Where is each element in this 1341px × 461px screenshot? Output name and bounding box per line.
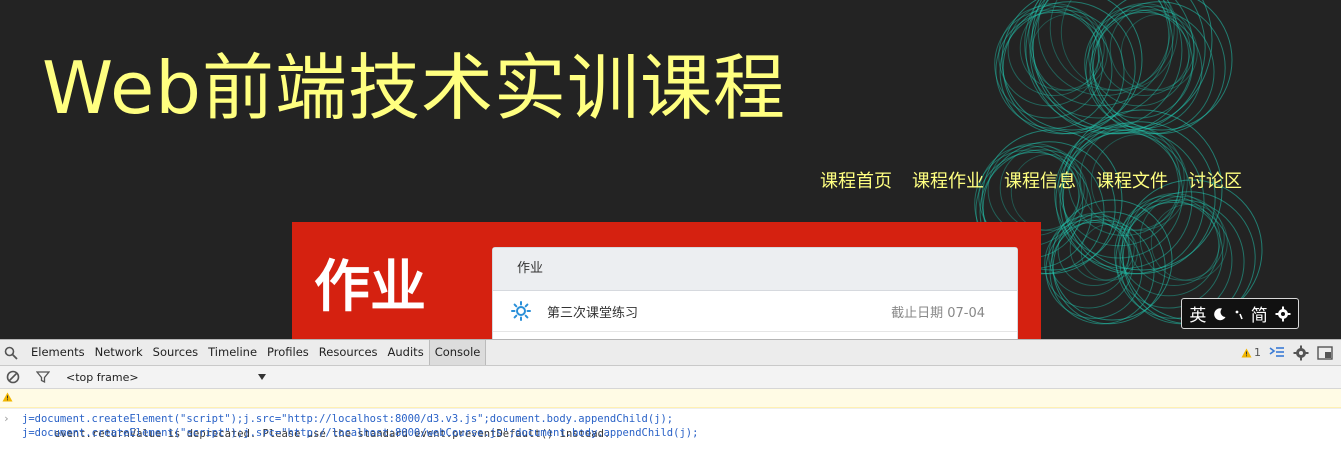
main-nav: 课程首页 课程作业 课程信息 课程文件 讨论区 xyxy=(810,168,1252,198)
search-icon[interactable] xyxy=(4,346,18,360)
frame-selector-value: <top frame> xyxy=(66,370,139,384)
devtools-right-controls: 1 xyxy=(1241,340,1333,365)
devtools-tab-bar: Elements Network Sources Timeline Profil… xyxy=(0,340,1341,366)
clear-console-icon[interactable] xyxy=(6,370,20,384)
ime-lang-toggle[interactable]: 英 xyxy=(1189,301,1206,326)
homework-card-header: 作业 xyxy=(493,248,1017,291)
nav-link-info[interactable]: 课程信息 xyxy=(994,168,1086,198)
filter-icon[interactable] xyxy=(36,370,50,384)
decorative-ring xyxy=(999,9,1125,135)
homework-card: 作业 第三次课堂练习 截止日期 07-04 xyxy=(492,247,1018,339)
settings-gear-icon[interactable] xyxy=(1293,345,1309,361)
decorative-ring xyxy=(1120,13,1198,91)
console-drawer-icon[interactable] xyxy=(1269,346,1285,360)
homework-heading: 作业 xyxy=(314,255,426,320)
tab-sources[interactable]: Sources xyxy=(148,340,204,365)
ime-mode-toggle[interactable]: 简 xyxy=(1251,301,1268,326)
sun-icon xyxy=(511,301,531,321)
homework-item-title: 第三次课堂练习 xyxy=(547,305,639,321)
tab-elements[interactable]: Elements xyxy=(26,340,90,365)
warning-icon xyxy=(1241,348,1252,357)
decorative-ring xyxy=(1150,203,1228,281)
tab-audits[interactable]: Audits xyxy=(383,340,429,365)
console-toolbar: <top frame> xyxy=(0,366,1341,389)
nav-link-forum[interactable]: 讨论区 xyxy=(1178,168,1252,198)
moon-icon[interactable] xyxy=(1213,307,1227,321)
punctuation-icon[interactable] xyxy=(1234,307,1244,321)
devtools-panel: Elements Network Sources Timeline Profil… xyxy=(0,339,1341,443)
tab-resources[interactable]: Resources xyxy=(314,340,383,365)
course-page: Web前端技术实训课程 课程首页 课程作业 课程信息 课程文件 讨论区 作业 作… xyxy=(0,0,1341,339)
console-input-line: j=document.createElement("script");j.src… xyxy=(22,427,699,439)
console-input-area[interactable]: › j=document.createElement("script");j.s… xyxy=(0,408,1341,440)
console-warning-message: event.returnValue is deprecated. Please … xyxy=(0,389,1341,440)
tab-network[interactable]: Network xyxy=(90,340,148,365)
decorative-ring xyxy=(1089,9,1215,135)
dock-icon[interactable] xyxy=(1317,345,1333,360)
warning-counter[interactable]: 1 xyxy=(1241,346,1261,359)
decorative-ring xyxy=(1139,195,1225,281)
tab-console[interactable]: Console xyxy=(428,340,487,365)
nav-link-files[interactable]: 课程文件 xyxy=(1086,168,1178,198)
site-title: Web前端技术实训课程 xyxy=(42,46,786,130)
nav-link-homework[interactable]: 课程作业 xyxy=(902,168,994,198)
warning-icon xyxy=(2,392,13,402)
tab-profiles[interactable]: Profiles xyxy=(262,340,314,365)
nav-link-home[interactable]: 课程首页 xyxy=(810,168,902,198)
homework-item[interactable]: 第三次课堂练习 截止日期 07-04 xyxy=(493,291,1017,332)
homework-panel: 作业 作业 第三次课堂练习 截止日期 07-04 xyxy=(292,222,1041,339)
homework-item-deadline: 截止日期 07-04 xyxy=(891,305,985,321)
console-input-line: j=document.createElement("script");j.src… xyxy=(22,413,674,425)
ime-toolbar: 英 简 xyxy=(1181,298,1299,329)
dropdown-arrow-icon xyxy=(258,374,266,380)
frame-selector[interactable]: <top frame> xyxy=(66,371,266,384)
tab-timeline[interactable]: Timeline xyxy=(203,340,262,365)
warning-count: 1 xyxy=(1254,346,1261,359)
gear-icon[interactable] xyxy=(1275,306,1291,322)
console-output: event.returnValue is deprecated. Please … xyxy=(0,389,1341,440)
